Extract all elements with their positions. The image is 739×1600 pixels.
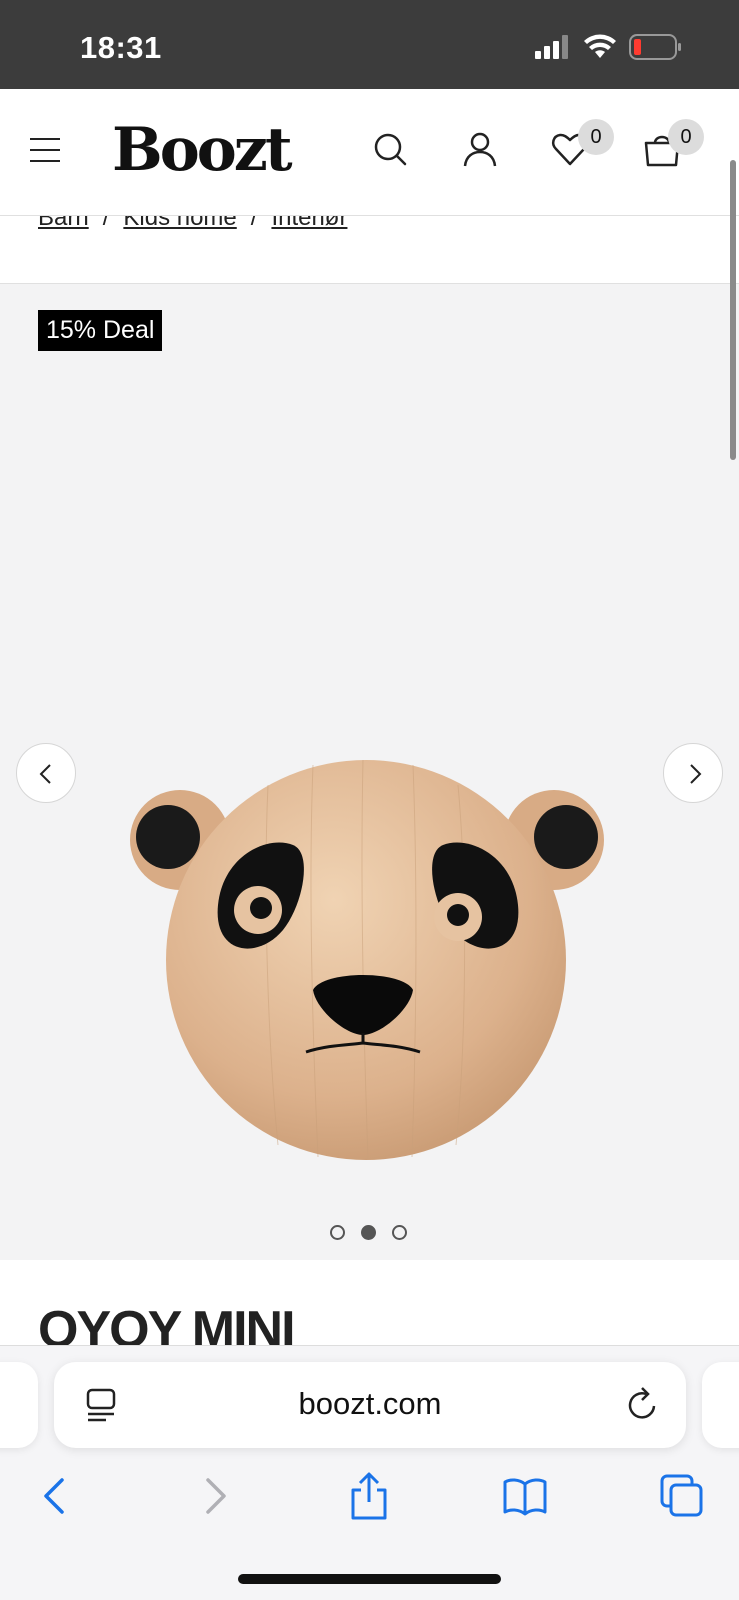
browser-toolbar [0,1466,739,1526]
product-info: OYOY MINI [0,1260,739,1345]
previous-tab-preview[interactable] [0,1362,38,1448]
gallery-next-button[interactable] [663,743,723,803]
breadcrumb: Barn / Kids home / Interiør [38,216,347,232]
book-icon [503,1478,547,1516]
breadcrumb-item-barn[interactable]: Barn [38,216,89,232]
cellular-signal-icon [535,35,568,59]
tabs-icon [660,1474,703,1517]
url-text: boozt.com [298,1386,442,1421]
forward-arrow-icon [206,1478,226,1514]
share-icon [351,1472,387,1520]
chevron-right-icon [690,764,702,784]
chevron-left-icon [39,764,51,784]
reload-icon[interactable] [626,1386,660,1422]
site-header: Boozt 0 0 [0,89,739,216]
gallery-prev-button[interactable] [16,743,76,803]
bookmarks-button[interactable] [495,1466,555,1526]
gallery-dot[interactable] [392,1225,407,1240]
browser-bar: boozt.com [0,1345,739,1600]
breadcrumb-item-kids-home[interactable]: Kids home [123,216,236,232]
product-image-panda-hook [130,759,604,1160]
breadcrumb-item-interior[interactable]: Interiør [271,216,347,232]
battery-icon [629,34,681,60]
product-title: OYOY MINI [38,1301,296,1345]
gallery-dot-active[interactable] [361,1225,376,1240]
back-button[interactable] [25,1466,85,1526]
status-time: 18:31 [80,30,162,65]
gallery-pagination [330,1225,407,1240]
wishlist-count-badge: 0 [578,119,614,155]
wifi-icon [584,34,616,58]
hamburger-menu-icon[interactable] [30,137,62,163]
gallery-dot[interactable] [330,1225,345,1240]
back-arrow-icon [44,1478,64,1514]
status-bar: 18:31 [0,0,739,89]
boozt-logo[interactable]: Boozt [112,115,293,185]
next-tab-preview[interactable] [702,1362,739,1448]
product-gallery: 15% Deal [0,285,739,1260]
page-scrollbar[interactable] [730,160,736,460]
account-icon[interactable] [460,129,500,169]
home-indicator[interactable] [238,1574,501,1584]
search-icon[interactable] [370,129,410,169]
forward-button[interactable] [185,1466,245,1526]
cart-count-badge: 0 [668,119,704,155]
breadcrumb-separator: / [250,216,258,231]
address-bar[interactable]: boozt.com [54,1362,686,1448]
tabs-button[interactable] [652,1466,712,1526]
breadcrumb-separator: / [102,216,110,231]
deal-badge: 15% Deal [38,310,163,351]
status-icons [535,34,683,60]
share-button[interactable] [339,1466,399,1526]
breadcrumb-bar: Barn / Kids home / Interiør [0,216,739,284]
